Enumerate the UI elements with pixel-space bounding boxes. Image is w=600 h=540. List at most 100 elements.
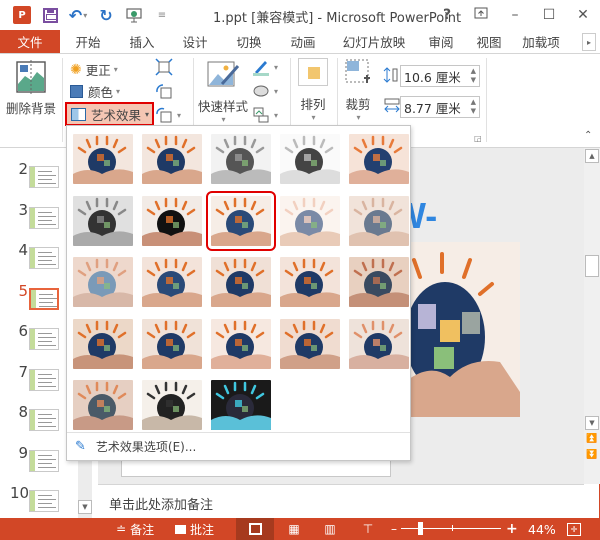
slide-thumbnail[interactable] xyxy=(29,490,59,512)
slide-sorter-button[interactable]: ▦ xyxy=(282,518,306,540)
slide-picture[interactable] xyxy=(405,242,520,417)
notes-toggle-button[interactable]: ≐ 备注 xyxy=(116,518,154,540)
artistic-effects-button[interactable]: 艺术效果 ▾ xyxy=(65,102,154,126)
artistic-effect-option[interactable] xyxy=(73,134,133,184)
save-icon[interactable] xyxy=(36,4,64,26)
quick-styles-button[interactable]: 快速样式 ▾ xyxy=(197,60,249,124)
artistic-effect-option[interactable] xyxy=(349,257,409,307)
tab-view[interactable]: 视图 xyxy=(464,30,514,53)
artistic-effect-option[interactable] xyxy=(280,318,340,369)
tab-scroll-right-icon[interactable]: ▸ xyxy=(582,33,596,51)
slide-thumbnail[interactable] xyxy=(29,449,59,472)
picture-border-button[interactable]: ▾ xyxy=(252,58,278,76)
undo-icon[interactable]: ↶ ▾ xyxy=(64,4,92,26)
tab-review[interactable]: 审阅 xyxy=(418,30,464,53)
color-button[interactable]: 颜色 ▾ xyxy=(70,82,120,101)
compress-pictures-icon[interactable] xyxy=(155,58,173,76)
reset-picture-icon[interactable]: ▾ xyxy=(155,106,181,124)
maximize-icon[interactable]: ☐ xyxy=(532,7,566,23)
tab-slideshow[interactable]: 幻灯片放映 xyxy=(330,30,418,53)
comments-button[interactable]: 批注 xyxy=(175,518,214,540)
artistic-effect-option[interactable] xyxy=(280,134,340,184)
zoom-slider[interactable] xyxy=(401,528,501,529)
slide-thumbnail[interactable] xyxy=(29,368,59,391)
scroll-thumb[interactable] xyxy=(585,255,599,277)
artistic-effects-options-item[interactable]: ✎ 艺术效果选项(E)... xyxy=(67,432,410,460)
notes-pane[interactable]: 单击此处添加备注 xyxy=(98,484,584,518)
effect-preview-image xyxy=(73,134,133,184)
artistic-effect-option[interactable] xyxy=(142,257,202,307)
tab-addins[interactable]: 加载项 xyxy=(514,30,568,53)
vertical-scrollbar[interactable]: ▲ ▼ ⏫ ⏬ xyxy=(584,148,600,484)
reading-view-button[interactable]: ▥ xyxy=(318,518,342,540)
artistic-effect-option[interactable] xyxy=(280,195,340,246)
artistic-effect-option[interactable] xyxy=(211,257,271,307)
effect-preview-image xyxy=(73,318,133,369)
width-input[interactable]: 8.77 厘米 ▲ ▼ xyxy=(400,96,480,118)
artistic-effect-option[interactable] xyxy=(73,195,133,246)
slide-thumbnail[interactable] xyxy=(29,287,59,310)
slide-thumbnail[interactable] xyxy=(29,206,59,229)
scroll-up-icon[interactable]: ▲ xyxy=(585,149,599,163)
width-icon xyxy=(383,96,401,117)
tab-home[interactable]: 开始 xyxy=(60,30,116,53)
effect-preview-image xyxy=(349,257,409,307)
artistic-effect-option[interactable] xyxy=(206,190,276,251)
powerpoint-logo-icon[interactable]: P xyxy=(8,4,36,26)
slideshow-button[interactable]: ⊤ xyxy=(356,518,380,540)
collapse-ribbon-icon[interactable]: ⌃ xyxy=(584,130,592,141)
redo-icon[interactable]: ↻ xyxy=(92,4,120,26)
size-dialog-launcher-icon[interactable]: ◲ xyxy=(474,134,482,143)
presentation-icon[interactable] xyxy=(120,4,148,26)
zoom-level[interactable]: 44% xyxy=(528,518,556,540)
slide-thumbnail[interactable] xyxy=(29,409,59,431)
scroll-down-icon[interactable]: ▼ xyxy=(78,500,92,514)
customize-qat-icon[interactable]: ≡ xyxy=(148,4,176,26)
artistic-effect-option[interactable] xyxy=(349,195,409,246)
artistic-effect-option[interactable] xyxy=(142,134,202,184)
picture-layout-button[interactable]: ▾ xyxy=(252,106,278,124)
slide-thumbnail[interactable] xyxy=(29,166,59,188)
artistic-effect-option[interactable] xyxy=(349,318,409,369)
artistic-effect-option[interactable] xyxy=(211,318,271,369)
fit-to-window-icon[interactable]: ✛ xyxy=(567,518,581,540)
height-input[interactable]: 10.6 厘米 ▲ ▼ xyxy=(400,65,480,87)
arrange-button[interactable]: 排列 ▾ xyxy=(295,58,331,122)
slide-thumbnail[interactable] xyxy=(29,328,59,350)
artistic-effect-option[interactable] xyxy=(73,380,133,430)
scroll-down-icon[interactable]: ▼ xyxy=(585,416,599,430)
zoom-in-button[interactable]: + xyxy=(506,518,518,540)
slide-thumbnail[interactable] xyxy=(29,247,59,269)
artistic-effect-option[interactable] xyxy=(211,380,271,430)
close-icon[interactable]: ✕ xyxy=(566,7,600,23)
zoom-out-button[interactable]: – xyxy=(391,518,397,540)
artistic-effect-option[interactable] xyxy=(142,195,202,246)
picture-effects-button[interactable]: ▾ xyxy=(252,82,278,100)
remove-background-button[interactable]: 删除背景 xyxy=(5,60,57,117)
ribbon-display-options-icon[interactable] xyxy=(464,7,498,23)
corrections-label: 更正 xyxy=(85,63,111,78)
tab-transitions[interactable]: 切换 xyxy=(222,30,276,53)
next-slide-icon[interactable]: ⏬ xyxy=(586,450,597,460)
tab-insert[interactable]: 插入 xyxy=(116,30,168,53)
previous-slide-icon[interactable]: ⏫ xyxy=(586,434,597,444)
tab-design[interactable]: 设计 xyxy=(168,30,222,53)
artistic-effect-option[interactable] xyxy=(349,134,409,184)
change-picture-icon[interactable] xyxy=(155,82,173,100)
minimize-icon[interactable]: – xyxy=(498,7,532,23)
height-spinner[interactable]: ▲ ▼ xyxy=(471,67,476,85)
artistic-effect-option[interactable] xyxy=(73,318,133,369)
width-spinner[interactable]: ▲ ▼ xyxy=(471,98,476,116)
artistic-effect-option[interactable] xyxy=(211,134,271,184)
artistic-effect-option[interactable] xyxy=(142,380,202,430)
tab-file[interactable]: 文件 xyxy=(0,30,60,53)
artistic-effect-option[interactable] xyxy=(280,257,340,307)
tab-animations[interactable]: 动画 xyxy=(276,30,330,53)
zoom-slider-knob[interactable] xyxy=(417,522,423,535)
crop-button[interactable]: 裁剪 ▾ xyxy=(342,58,374,122)
corrections-button[interactable]: ✺ 更正 ▾ xyxy=(70,60,118,79)
artistic-effect-option[interactable] xyxy=(142,318,202,369)
help-button[interactable]: ? xyxy=(430,7,464,23)
normal-view-button[interactable] xyxy=(236,518,274,540)
artistic-effect-option[interactable] xyxy=(73,257,133,307)
